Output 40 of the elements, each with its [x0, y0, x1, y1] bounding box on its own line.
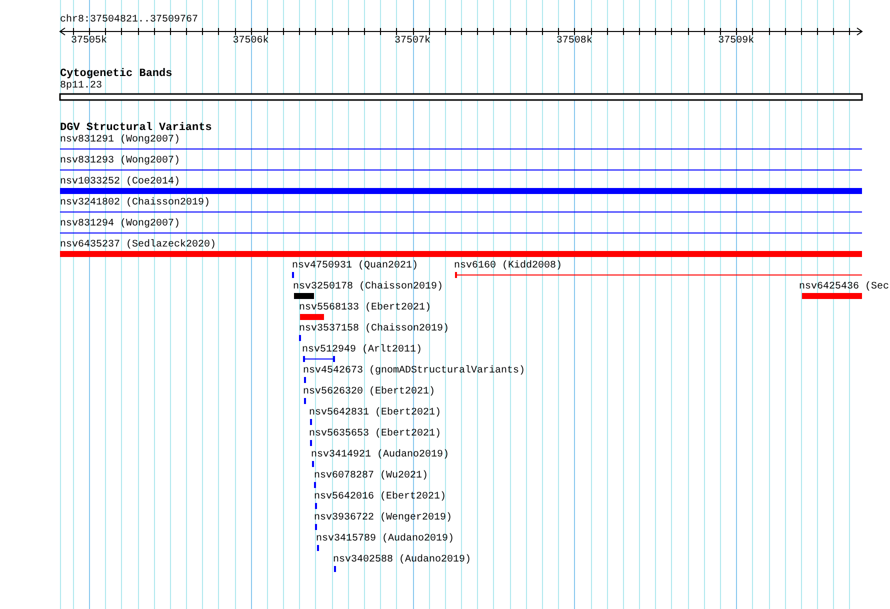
feature-bar[interactable] — [300, 314, 324, 320]
feature-label: nsv5635653 (Ebert2021) — [309, 428, 442, 440]
tick-label: 37505k — [70, 36, 107, 46]
feature-label: nsv4542673 (gnomADStructuralVariants) — [303, 366, 526, 376]
feature-span[interactable] — [455, 272, 862, 278]
feature-label: nsv831294 (Wong2007) — [60, 218, 180, 230]
feature-label: nsv1033252 (Coe2014) — [60, 176, 180, 188]
feature-label: nsv3250178 (Chaisson2019) — [293, 282, 444, 292]
feature-bar[interactable] — [294, 293, 314, 299]
feature-label: nsv831293 (Wong2007) — [60, 156, 180, 166]
feature-label: nsv6160 (Kidd2008) — [454, 260, 562, 272]
feature-label: nsv5626320 (Ebert2021) — [303, 386, 436, 398]
feature-label: nsv4750931 (Quan2021) — [292, 260, 418, 272]
feature-label: nsv5642016 (Ebert2021) — [314, 492, 446, 502]
band-label: 8p11.23 — [60, 80, 102, 92]
track-title: Cytogenetic Bands — [60, 68, 172, 80]
feature-label: nsv6425436 (Sec — [799, 282, 890, 292]
feature-label: nsv3402588 (Audano2019) — [333, 554, 472, 566]
feature-bar[interactable] — [802, 293, 862, 299]
feature-bar[interactable] — [60, 251, 862, 257]
feature-label: nsv3241802 (Chaisson2019) — [60, 198, 210, 208]
feature-label: nsv3414921 (Audano2019) — [311, 450, 450, 460]
feature-span[interactable] — [303, 356, 335, 362]
track-title: DGV Structural Variants — [60, 122, 212, 134]
tick-label: 37507k — [394, 36, 431, 46]
feature-label: nsv5642831 (Ebert2021) — [309, 408, 442, 418]
tick-label: 37506k — [232, 36, 269, 46]
feature-label: nsv6435237 (Sedlazeck2020) — [60, 240, 216, 250]
feature-label: nsv3537158 (Chaisson2019) — [299, 324, 450, 334]
feature-bar[interactable] — [60, 188, 862, 194]
feature-label: nsv3415789 (Audano2019) — [316, 534, 454, 544]
feature-label: nsv6078287 (Wu2021) — [314, 470, 428, 482]
tick-label: 37509k — [718, 36, 754, 46]
region-label: chr8:37504821..37509767 — [60, 14, 198, 26]
feature-label: nsv512949 (Arlt2011) — [302, 344, 422, 356]
feature-label: nsv831291 (Wong2007) — [60, 134, 180, 146]
feature-label: nsv3936722 (Wenger2019) — [314, 512, 452, 524]
feature-label: nsv5568133 (Ebert2021) — [299, 302, 432, 314]
cytoband-bar[interactable] — [59, 93, 863, 101]
tick-label: 37508k — [556, 36, 592, 46]
